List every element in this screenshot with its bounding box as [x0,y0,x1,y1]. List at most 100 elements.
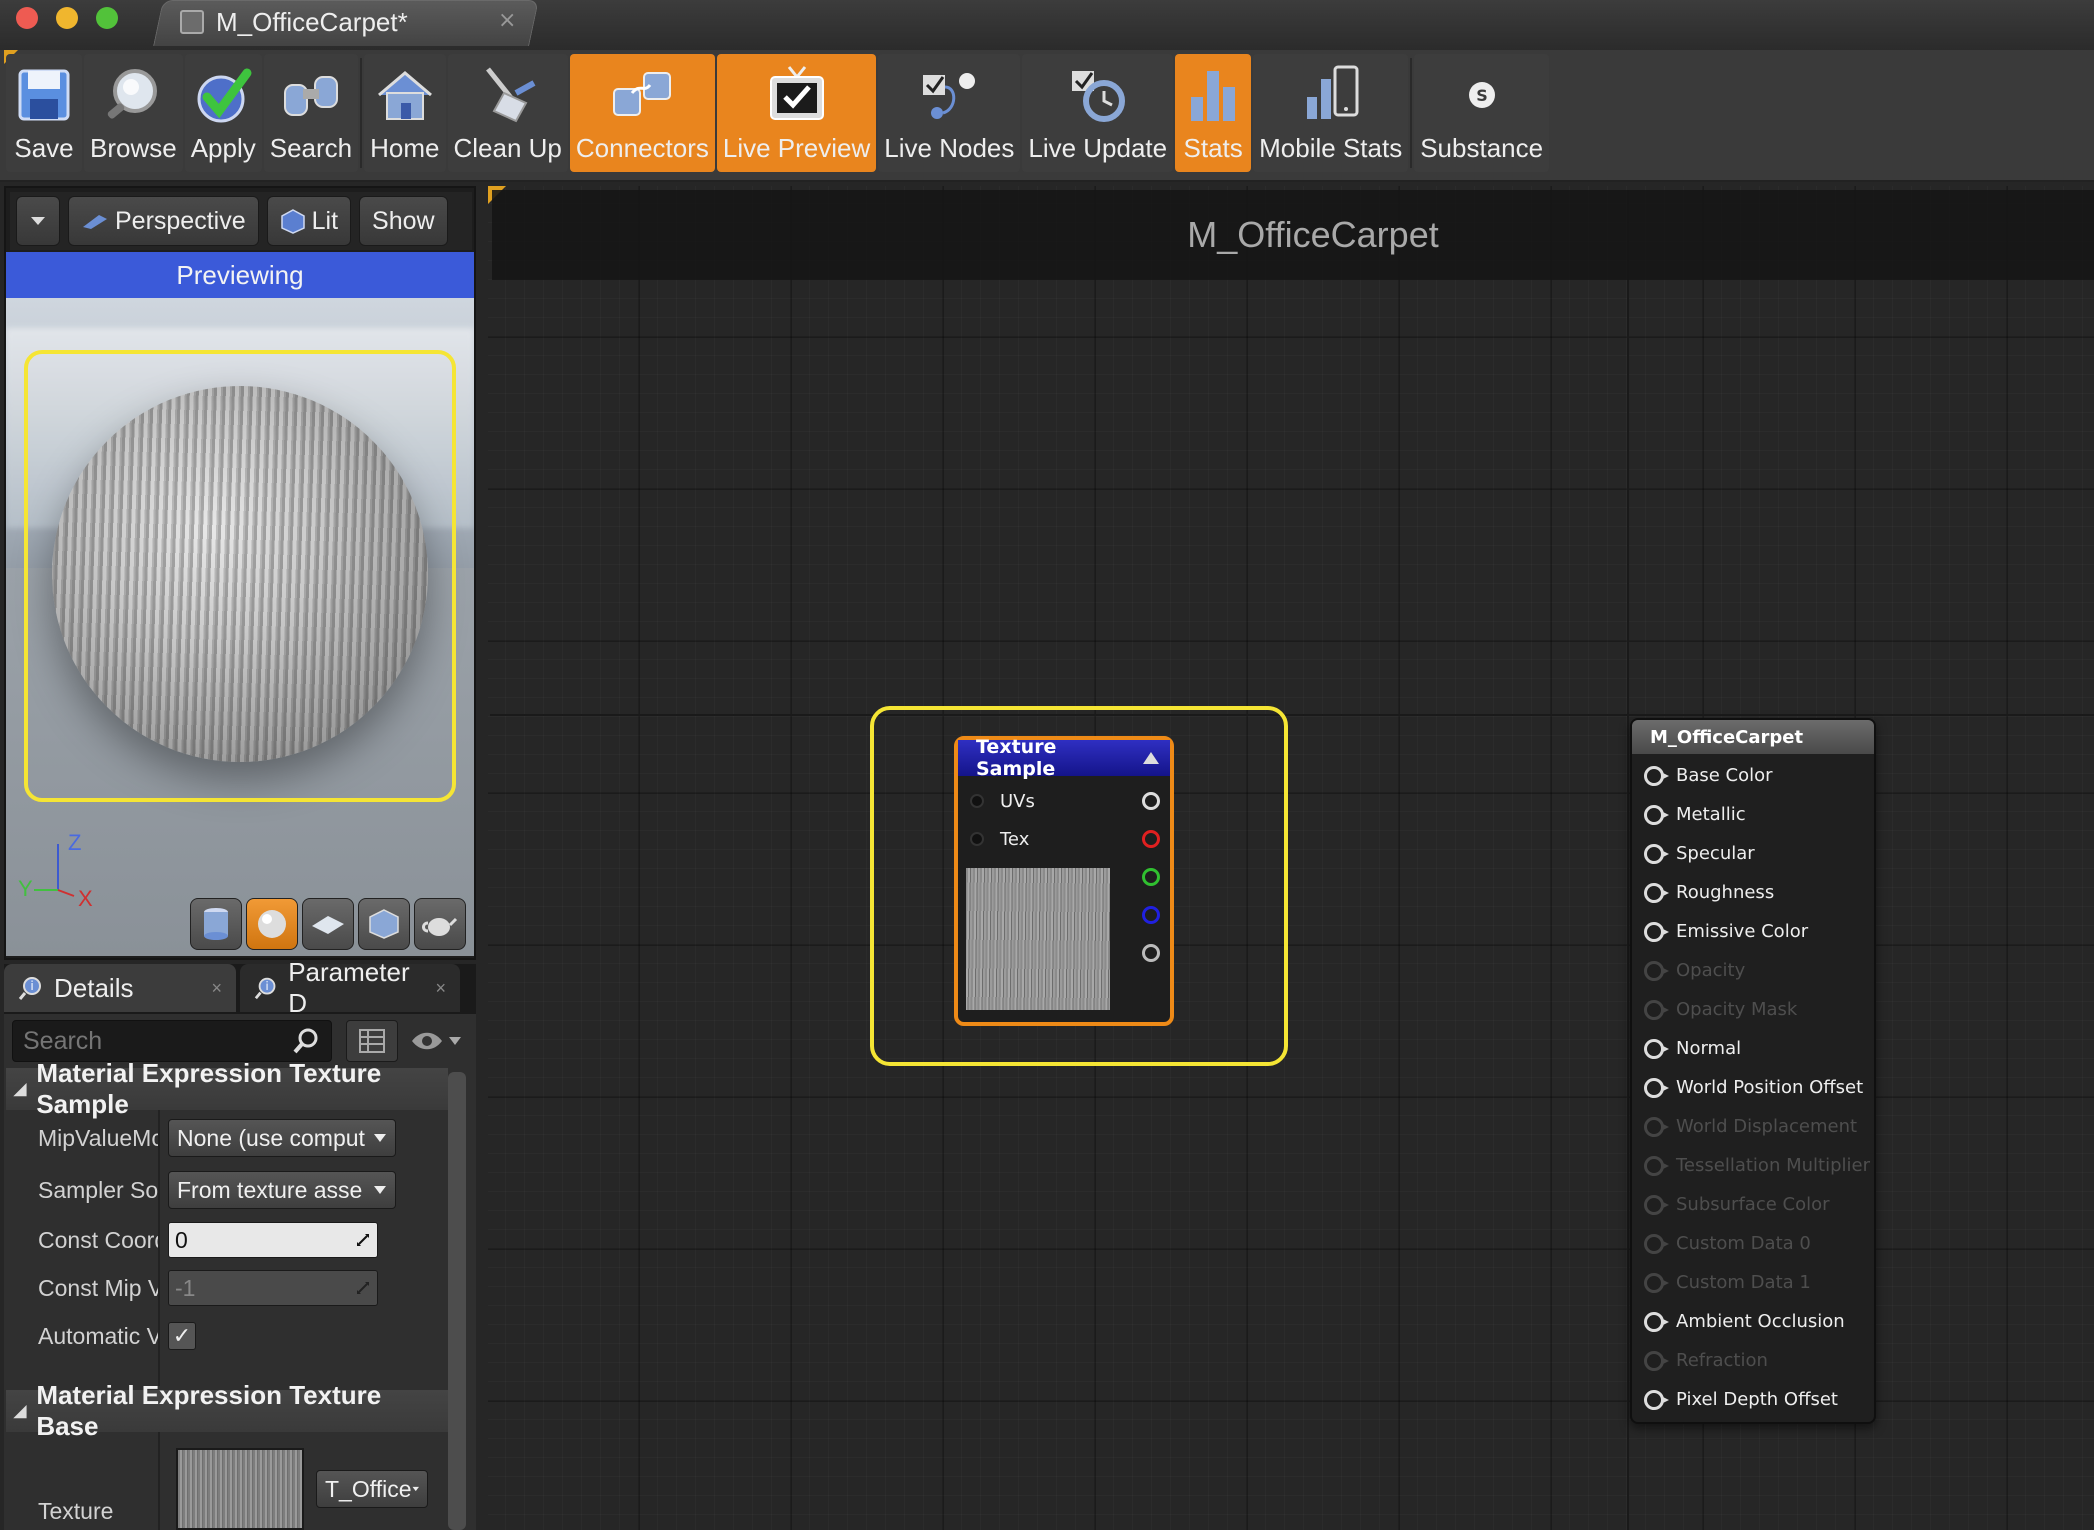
metallic-pin[interactable] [1644,804,1669,825]
world-position-offset-pin[interactable] [1644,1077,1669,1098]
texture-asset-combo[interactable]: T_Office [316,1470,428,1508]
cube-icon [369,909,399,939]
preview-cylinder-button[interactable] [190,898,242,950]
sampler-source-combo[interactable]: From texture asse [168,1171,396,1209]
result-pin-metallic[interactable]: Metallic [1644,795,1870,834]
tex-input-pin[interactable] [970,832,984,846]
green-output-pin[interactable] [1142,868,1160,886]
substance-button[interactable]: S Substance [1414,54,1550,172]
result-pin-opacity: Opacity [1644,951,1870,990]
toolbar-separator [360,58,363,168]
details-scrollbar[interactable] [448,1072,466,1530]
svg-text:S: S [1476,86,1488,105]
live-preview-icon [765,63,829,127]
lit-button[interactable]: Lit [266,196,352,246]
base-color-pin[interactable] [1644,765,1669,786]
details-search-input[interactable] [23,1026,283,1056]
result-pin-pixel-depth-offset[interactable]: Pixel Depth Offset [1644,1380,1870,1419]
result-pin-normal[interactable]: Normal [1644,1029,1870,1068]
category-texture-sample[interactable]: ◢ Material Expression Texture Sample [6,1058,448,1119]
home-button[interactable]: Home [364,54,446,172]
teapot-icon [422,917,458,936]
blue-output-pin[interactable] [1142,906,1160,924]
result-pin-world-position-offset[interactable]: World Position Offset [1644,1068,1870,1107]
preview-cube-button[interactable] [358,898,410,950]
subsurface-color-pin [1644,1194,1669,1215]
specular-pin[interactable] [1644,843,1669,864]
chevron-down-icon [31,217,45,225]
live-update-button[interactable]: Live Update [1022,54,1174,172]
texture-thumbnail[interactable] [176,1448,304,1530]
result-pin-specular[interactable]: Specular [1644,834,1870,873]
perspective-button[interactable]: Perspective [68,196,259,246]
live-nodes-button[interactable]: Live Nodes [878,54,1021,172]
preview-plane-button[interactable] [302,898,354,950]
live-preview-button[interactable]: Live Preview [716,54,877,172]
editor-toolbar: Save Browse Apply Search Home Clean Up C… [6,54,1550,172]
search-button[interactable]: Search [263,54,359,172]
viewport-toolbar: Perspective Lit Show [10,192,472,250]
parameter-magnifier-icon: i [254,977,276,1000]
document-tab-close-button[interactable]: × [498,8,516,33]
result-pin-roughness[interactable]: Roughness [1644,873,1870,912]
const-mip-value-input[interactable]: -1 [168,1270,378,1306]
property-row-const-coordinate: Const Coord 0 [6,1216,448,1264]
alpha-output-pin[interactable] [1142,944,1160,962]
view-options-button[interactable] [346,1020,398,1062]
broom-icon [476,63,540,127]
ambient-occlusion-pin[interactable] [1644,1311,1669,1332]
rgb-output-pin[interactable] [1142,792,1160,810]
browse-button[interactable]: Browse [84,54,183,172]
plane-icon [312,916,344,934]
visibility-filter-button[interactable] [404,1020,468,1062]
details-tab-close-button[interactable]: × [211,978,222,999]
chevron-down-icon [374,1134,386,1142]
parameter-tab-close-button[interactable]: × [435,978,446,999]
spin-arrows-icon [357,1234,369,1246]
window-maximize-button[interactable] [96,7,118,29]
save-icon [12,63,76,127]
stats-icon [1181,63,1245,127]
property-column-divider[interactable] [158,1432,160,1530]
tab-details[interactable]: i Details × [4,964,236,1012]
result-pin-subsurface-color: Subsurface Color [1644,1185,1870,1224]
collapse-triangle-icon[interactable] [1142,751,1160,765]
const-coordinate-input[interactable]: 0 [168,1222,378,1258]
graph-origin-line-vertical [1627,190,1629,1530]
mobile-stats-button[interactable]: Mobile Stats [1253,54,1409,172]
window-close-button[interactable] [16,7,38,29]
viewport-options-dropdown[interactable] [16,196,60,246]
result-pin-emissive-color[interactable]: Emissive Color [1644,912,1870,951]
graph-header: M_OfficeCarpet [492,190,2094,280]
material-result-pins: Base Color Metallic Specular Roughness E… [1644,756,1870,1419]
preview-selection-outline [24,350,456,802]
uvs-input-pin[interactable] [970,794,984,808]
stats-button[interactable]: Stats [1175,54,1252,172]
show-button[interactable]: Show [359,196,448,246]
save-button[interactable]: Save [6,54,82,172]
tab-parameter-defaults[interactable]: i Parameter D × [240,957,460,1018]
window-minimize-button[interactable] [56,7,78,29]
texture-sample-preview [966,868,1110,1010]
result-pin-opacity-mask: Opacity Mask [1644,990,1870,1029]
automatic-view-mip-checkbox[interactable]: ✓ [168,1322,196,1350]
red-output-pin[interactable] [1142,830,1160,848]
mip-value-mode-combo[interactable]: None (use comput [168,1119,396,1157]
roughness-pin[interactable] [1644,882,1669,903]
pixel-depth-offset-pin[interactable] [1644,1389,1669,1410]
category-texture-base[interactable]: ◢ Material Expression Texture Base [6,1380,448,1441]
preview-teapot-button[interactable] [414,898,466,950]
preview-sphere-button[interactable] [246,898,298,950]
result-pin-ambient-occlusion[interactable]: Ambient Occlusion [1644,1302,1870,1341]
result-pin-base-color[interactable]: Base Color [1644,756,1870,795]
spin-arrows-icon [357,1282,369,1294]
connectors-button[interactable]: Connectors [569,54,715,172]
material-result-node-header[interactable]: M_OfficeCarpet [1632,720,1874,754]
apply-button[interactable]: Apply [184,54,262,172]
svg-text:i: i [265,980,268,993]
collapse-arrow-icon: ◢ [14,1081,27,1098]
clean-up-button[interactable]: Clean Up [447,54,568,172]
normal-pin[interactable] [1644,1038,1669,1059]
emissive-color-pin[interactable] [1644,921,1669,942]
texture-sample-node-header[interactable]: Texture Sample [958,736,1170,780]
